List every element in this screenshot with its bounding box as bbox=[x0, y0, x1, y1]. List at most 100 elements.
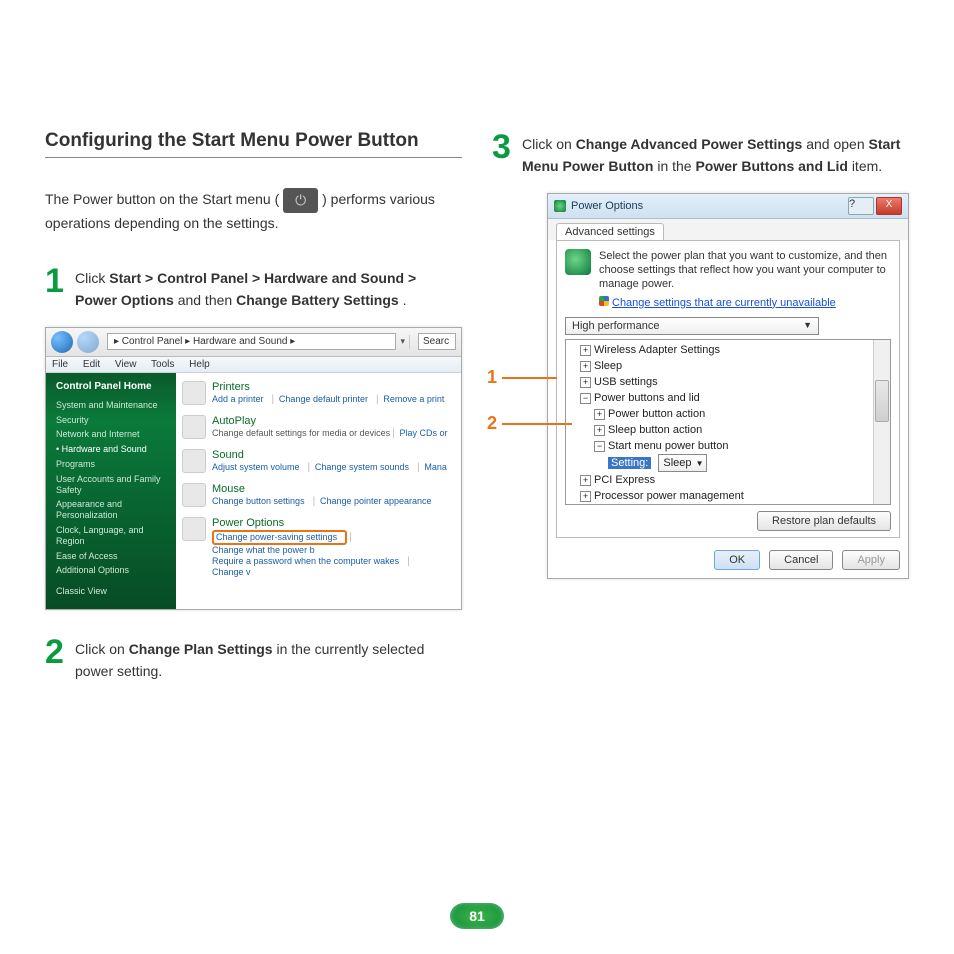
close-button[interactable]: X bbox=[876, 197, 902, 215]
mouse-title[interactable]: Mouse bbox=[212, 483, 438, 495]
apply-button[interactable]: Apply bbox=[842, 550, 900, 570]
sidebar-item-ease[interactable]: Ease of Access bbox=[56, 551, 166, 562]
back-button[interactable] bbox=[51, 331, 73, 353]
collapse-icon[interactable]: − bbox=[580, 393, 591, 404]
cp-body: Control Panel Home System and Maintenanc… bbox=[46, 373, 461, 609]
forward-button[interactable] bbox=[77, 331, 99, 353]
link-require-password[interactable]: Require a password when the computer wak… bbox=[212, 556, 399, 566]
link-play-cds[interactable]: Play CDs or bbox=[400, 428, 448, 438]
tab-advanced-settings[interactable]: Advanced settings bbox=[556, 223, 664, 240]
link-system-sounds[interactable]: Change system sounds bbox=[315, 462, 409, 472]
sound-title[interactable]: Sound bbox=[212, 449, 453, 461]
navbar-divider bbox=[409, 335, 410, 349]
tree-processor[interactable]: +Processor power management bbox=[566, 488, 890, 504]
autoplay-sub: Change default settings for media or dev… bbox=[212, 428, 390, 438]
link-change-power-saving[interactable]: Change power-saving settings bbox=[216, 532, 337, 542]
sidebar-item-hardware[interactable]: Hardware and Sound bbox=[56, 444, 166, 455]
power-title[interactable]: Power Options bbox=[212, 517, 455, 529]
tree-sleep[interactable]: +Sleep bbox=[566, 358, 890, 374]
po-description: Select the power plan that you want to c… bbox=[565, 249, 891, 292]
link-button-settings[interactable]: Change button settings bbox=[212, 496, 305, 506]
menu-view[interactable]: View bbox=[115, 359, 137, 370]
step-2: 2 Click on Change Plan Settings in the c… bbox=[45, 635, 462, 683]
link-add-printer[interactable]: Add a printer bbox=[212, 394, 264, 404]
po-unavailable-link[interactable]: Change settings that are currently unava… bbox=[599, 296, 891, 309]
callout-2-line bbox=[502, 423, 572, 425]
tree-pbl-label: Power buttons and lid bbox=[594, 392, 700, 404]
step-3-number: 3 bbox=[492, 130, 514, 164]
help-button[interactable]: ? bbox=[848, 197, 874, 215]
step-1-text: Click Start > Control Panel > Hardware a… bbox=[75, 264, 462, 312]
menu-tools[interactable]: Tools bbox=[151, 359, 174, 370]
sidebar-item-programs[interactable]: Programs bbox=[56, 459, 166, 470]
autoplay-title[interactable]: AutoPlay bbox=[212, 415, 454, 427]
sidebar-home[interactable]: Control Panel Home bbox=[56, 381, 166, 392]
tree-power-buttons-lid[interactable]: −Power buttons and lid bbox=[566, 390, 890, 406]
cancel-button[interactable]: Cancel bbox=[769, 550, 833, 570]
expand-icon[interactable]: + bbox=[580, 361, 591, 372]
setting-dropdown[interactable]: Sleep bbox=[658, 454, 706, 472]
sidebar-item-network[interactable]: Network and Internet bbox=[56, 429, 166, 440]
autoplay-icon bbox=[182, 415, 206, 439]
po-titlebar: Power Options ? X bbox=[548, 194, 908, 219]
tree-pci[interactable]: +PCI Express bbox=[566, 472, 890, 488]
breadcrumb-dropdown-icon[interactable]: ▾ bbox=[400, 336, 405, 347]
sidebar-classic-view[interactable]: Classic View bbox=[56, 586, 166, 597]
tree-sba-label: Sleep button action bbox=[608, 424, 702, 436]
tree-start-menu-power-button[interactable]: −Start menu power button bbox=[566, 438, 890, 454]
menu-help[interactable]: Help bbox=[189, 359, 210, 370]
tree-wireless[interactable]: +Wireless Adapter Settings bbox=[566, 342, 890, 358]
step-1-t2: . bbox=[403, 292, 407, 308]
link-power-buttons[interactable]: Change what the power b bbox=[212, 545, 315, 555]
scrollbar-thumb[interactable] bbox=[875, 380, 889, 422]
link-change-default-printer[interactable]: Change default printer bbox=[279, 394, 368, 404]
section-heading: Configuring the Start Menu Power Button bbox=[45, 130, 462, 158]
expand-icon[interactable]: + bbox=[580, 377, 591, 388]
link-system-volume[interactable]: Adjust system volume bbox=[212, 462, 300, 472]
step-2-bold0: Change Plan Settings bbox=[129, 641, 273, 657]
restore-plan-defaults-button[interactable]: Restore plan defaults bbox=[757, 511, 891, 531]
power-icon: ⏻ bbox=[283, 188, 318, 213]
link-manage-audio[interactable]: Mana bbox=[424, 462, 447, 472]
highlighted-link-change-power-saving[interactable]: Change power-saving settings bbox=[212, 530, 347, 545]
sidebar-item-additional[interactable]: Additional Options bbox=[56, 565, 166, 576]
tree-wireless-label: Wireless Adapter Settings bbox=[594, 344, 720, 356]
po-button-row: OK Cancel Apply bbox=[548, 546, 908, 578]
search-input[interactable]: Searc bbox=[418, 333, 456, 350]
menu-edit[interactable]: Edit bbox=[83, 359, 100, 370]
expand-icon[interactable]: + bbox=[580, 475, 591, 486]
link-pointer-appearance[interactable]: Change pointer appearance bbox=[320, 496, 432, 506]
ok-button[interactable]: OK bbox=[714, 550, 760, 570]
intro-paragraph: The Power button on the Start menu ( ⏻ )… bbox=[45, 188, 462, 234]
power-options-figure: Power Options ? X Advanced settings Sele… bbox=[492, 193, 909, 579]
tree-power-button-action[interactable]: +Power button action bbox=[566, 406, 890, 422]
expand-icon[interactable]: + bbox=[594, 425, 605, 436]
tree-sleep-button-action[interactable]: +Sleep button action bbox=[566, 422, 890, 438]
mouse-icon bbox=[182, 483, 206, 507]
tree-setting-row[interactable]: Setting: Sleep bbox=[566, 454, 890, 472]
tree-scrollbar[interactable] bbox=[873, 340, 890, 504]
step-3-text: Click on Change Advanced Power Settings … bbox=[522, 130, 909, 178]
power-options-icon bbox=[182, 517, 206, 541]
sidebar-item-appearance[interactable]: Appearance and Personalization bbox=[56, 499, 166, 521]
sidebar-item-security[interactable]: Security bbox=[56, 415, 166, 426]
settings-tree[interactable]: +Wireless Adapter Settings +Sleep +USB s… bbox=[565, 339, 891, 505]
step-2-t0: Click on bbox=[75, 641, 129, 657]
printers-title[interactable]: Printers bbox=[212, 381, 450, 393]
sidebar-item-clock[interactable]: Clock, Language, and Region bbox=[56, 525, 166, 547]
collapse-icon[interactable]: − bbox=[594, 441, 605, 452]
link-remove-printer[interactable]: Remove a print bbox=[383, 394, 444, 404]
link-change-v[interactable]: Change v bbox=[212, 567, 251, 577]
tree-ppm-label: Processor power management bbox=[594, 490, 744, 502]
control-panel-screenshot: ▸ Control Panel ▸ Hardware and Sound ▸ ▾… bbox=[45, 327, 462, 610]
sidebar-item-system[interactable]: System and Maintenance bbox=[56, 400, 166, 411]
tree-usb[interactable]: +USB settings bbox=[566, 374, 890, 390]
expand-icon[interactable]: + bbox=[580, 345, 591, 356]
menu-file[interactable]: File bbox=[52, 359, 68, 370]
expand-icon[interactable]: + bbox=[580, 491, 591, 502]
callout-2: 2 bbox=[487, 413, 497, 434]
plan-select[interactable]: High performance bbox=[565, 317, 819, 335]
sidebar-item-accounts[interactable]: User Accounts and Family Safety bbox=[56, 474, 166, 496]
expand-icon[interactable]: + bbox=[594, 409, 605, 420]
breadcrumb[interactable]: ▸ Control Panel ▸ Hardware and Sound ▸ bbox=[107, 333, 396, 350]
